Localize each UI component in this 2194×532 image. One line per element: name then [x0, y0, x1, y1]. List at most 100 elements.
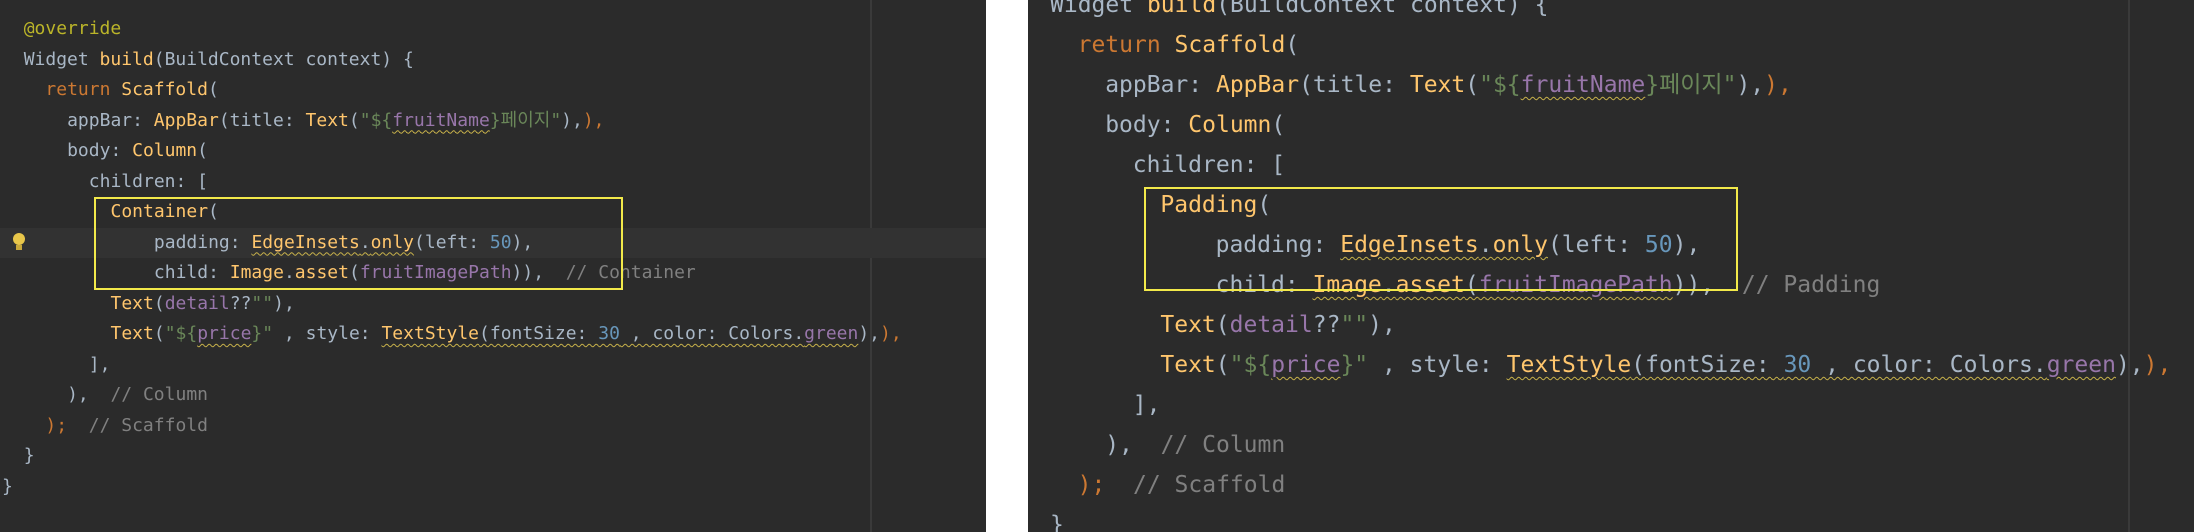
- code-token: TextStyle: [381, 323, 480, 344]
- code-token: "${: [1229, 352, 1272, 378]
- code-token: ),: [273, 292, 295, 314]
- code-token: Widget: [1050, 0, 1147, 18]
- code-token: }: [2, 475, 13, 497]
- code-token: (BuildContext context) {: [1216, 0, 1549, 18]
- code-token: (: [207, 79, 219, 100]
- code-token: ),: [1105, 432, 1133, 458]
- code-token: (: [348, 109, 360, 131]
- code-token: ),: [67, 384, 89, 405]
- code-token: (: [1271, 112, 1286, 138]
- code-token: ??: [229, 292, 252, 314]
- code-token: (: [1215, 352, 1230, 378]
- code-line: return Scaffold(: [1078, 25, 2194, 65]
- code-token: , color: Colors.: [619, 323, 805, 344]
- code-token: // Column: [88, 384, 208, 405]
- code-line: ); // Scaffold: [45, 411, 986, 441]
- code-token: ),: [2143, 352, 2172, 378]
- code-token: );: [45, 414, 68, 436]
- code-line: Text(detail??""),: [1160, 305, 2194, 345]
- code-line: ), // Column: [1105, 425, 2194, 465]
- code-editor-right[interactable]: Widget build(BuildContext context) {retu…: [1028, 0, 2194, 532]
- code-token: Column: [132, 140, 198, 161]
- code-token: }: [23, 445, 35, 466]
- code-token: ),: [582, 109, 605, 131]
- code-token: body:: [1105, 112, 1189, 138]
- code-line: @override: [24, 14, 986, 44]
- code-token: (fontSize:: [479, 323, 599, 344]
- code-line: ); // Scaffold: [1078, 465, 2194, 505]
- code-token: fruitName: [392, 109, 490, 131]
- code-token: , style:: [1368, 352, 1507, 378]
- code-token: Column: [1188, 112, 1272, 138]
- code-token: Text: [305, 109, 349, 131]
- code-line: }: [2, 472, 986, 502]
- code-token: // Scaffold: [67, 414, 208, 436]
- code-line: ],: [89, 350, 986, 380]
- code-line: appBar: AppBar(title: Text("${fruitName}…: [67, 106, 986, 136]
- lightbulb-icon[interactable]: [12, 233, 26, 251]
- code-token: , style:: [273, 323, 382, 344]
- code-token: (: [1285, 32, 1300, 58]
- highlight-box-container: [94, 197, 623, 290]
- code-token: (: [153, 323, 165, 344]
- code-token: "${: [164, 323, 198, 344]
- code-line: Widget build(BuildContext context) {: [24, 45, 986, 75]
- code-token: AppBar: [1215, 72, 1300, 98]
- code-token: ),: [561, 109, 583, 131]
- code-token: green: [2046, 352, 2116, 378]
- code-token: price: [1271, 352, 1341, 378]
- code-token: 30: [598, 323, 620, 344]
- code-token: "": [251, 292, 274, 314]
- code-token: Text: [110, 292, 154, 314]
- code-token: );: [1077, 472, 1106, 498]
- code-line: body: Column(: [1105, 105, 2194, 145]
- code-token: Text: [1160, 312, 1216, 338]
- code-token: (: [197, 140, 208, 161]
- code-token: green: [804, 323, 859, 344]
- code-line: Text(detail??""),: [111, 289, 987, 319]
- code-token: (fontSize:: [1631, 352, 1784, 378]
- code-token: (BuildContext context) {: [153, 48, 414, 70]
- code-token: "": [1340, 312, 1369, 338]
- code-token: // Column: [1132, 432, 1286, 458]
- code-token: ),: [858, 323, 881, 344]
- code-token: (: [1465, 72, 1480, 98]
- code-token: // Padding: [1714, 272, 1881, 298]
- code-token: price: [197, 323, 252, 344]
- code-token: children: [: [88, 170, 209, 192]
- code-token: Scaffold: [1174, 32, 1286, 58]
- code-token: (: [153, 292, 165, 314]
- code-token: ],: [1132, 392, 1161, 418]
- code-line: ],: [1133, 385, 2194, 425]
- code-editor-left[interactable]: @override Widget build(BuildContext conte…: [0, 0, 986, 532]
- code-token: detail: [1229, 312, 1313, 338]
- code-token: TextStyle: [1506, 352, 1632, 378]
- code-token: ),: [880, 323, 902, 344]
- code-token: build: [99, 48, 154, 70]
- code-token: }페이지": [489, 109, 562, 131]
- code-line: }: [1050, 505, 2194, 532]
- code-token: @override: [23, 18, 122, 39]
- code-token: (: [1215, 312, 1230, 338]
- code-token: }페이지": [1645, 72, 1737, 98]
- code-token: fruitName: [1520, 72, 1646, 98]
- code-token: ),: [1764, 72, 1792, 98]
- code-token: "${: [1479, 72, 1521, 98]
- code-line: body: Column(: [67, 136, 986, 166]
- code-token: ),: [2115, 352, 2144, 378]
- code-line: children: [: [1133, 145, 2194, 185]
- code-token: // Scaffold: [1105, 472, 1286, 498]
- code-token: detail: [164, 292, 230, 314]
- code-token: (title:: [218, 109, 306, 131]
- code-token: 30: [1783, 352, 1812, 378]
- code-token: children: [: [1132, 152, 1286, 178]
- code-token: (title:: [1299, 72, 1410, 98]
- code-line: ), // Column: [67, 380, 986, 410]
- code-token: return: [45, 79, 122, 100]
- code-token: Text: [1409, 72, 1466, 98]
- code-token: , color: Colors.: [1811, 352, 2047, 378]
- code-line: children: [: [89, 167, 986, 197]
- code-token: appBar:: [67, 109, 154, 131]
- code-line: Widget build(BuildContext context) {: [1050, 0, 2194, 25]
- highlight-box-padding: [1144, 187, 1738, 291]
